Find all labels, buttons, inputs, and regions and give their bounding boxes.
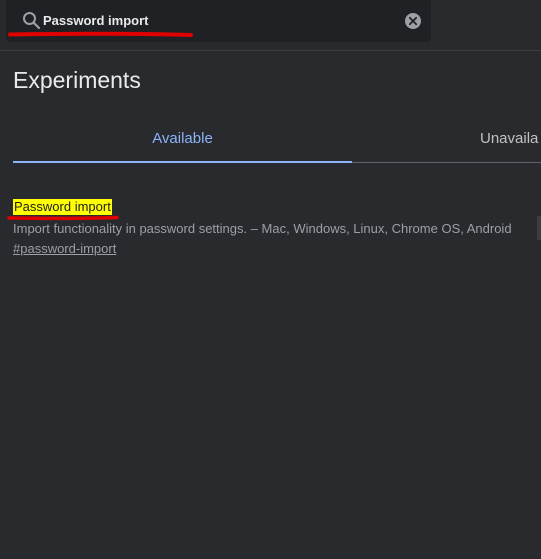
experiment-entry: Password import Import functionality in … (7, 199, 541, 259)
page-title: Experiments (13, 67, 141, 93)
experiment-name: Password import (13, 199, 112, 215)
tab-selected-indicator (13, 161, 352, 163)
annotation-underline-search (8, 31, 193, 37)
tab-divider (352, 162, 541, 163)
search-icon (23, 12, 41, 30)
flags-page: Experiments Available Unavaila Password … (0, 0, 541, 559)
experiment-select-dropdown[interactable] (537, 216, 541, 240)
experiment-link[interactable]: #password-import (13, 241, 116, 257)
search-input[interactable] (43, 9, 393, 31)
tab-bar: Available Unavaila (13, 115, 541, 165)
experiment-description: Import functionality in password setting… (13, 221, 512, 236)
clear-icon[interactable] (403, 11, 423, 31)
tab-available[interactable]: Available (13, 115, 352, 162)
search-header (0, 0, 541, 51)
tab-unavailable[interactable]: Unavaila (480, 115, 538, 162)
